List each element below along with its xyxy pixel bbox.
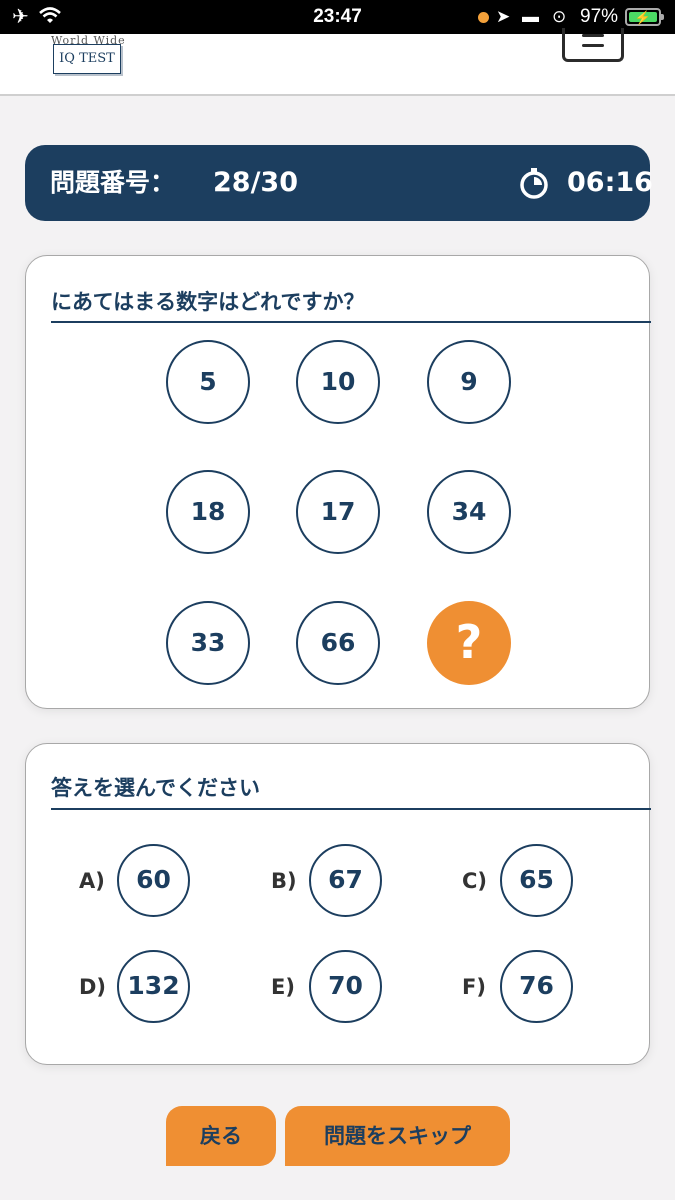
site-logo[interactable]: IQ TEST [53, 44, 121, 74]
puzzle-card: にあてはまる数字はどれですか？ 5 10 9 18 17 34 33 66 ? [25, 255, 651, 709]
answers-card: 答えを選んでください A) 60 B) 67 C) 65 D) 132 E) 7… [25, 743, 651, 1065]
option-value[interactable]: 65 [500, 844, 573, 917]
puzzle-cell: 66 [296, 601, 380, 685]
site-header: World Wide IQ TEST [0, 28, 675, 96]
puzzle-cell: 33 [166, 601, 250, 685]
question-number-label: 問題番号： [50, 168, 176, 197]
divider [51, 808, 651, 810]
menu-bar-icon [582, 34, 604, 37]
divider [51, 321, 651, 323]
question-progress-bar: 問題番号： 28/30 06:16 [25, 145, 653, 221]
option-letter: A) [79, 869, 105, 893]
option-letter: F) [462, 975, 486, 999]
skip-question-button[interactable]: 問題をスキップ [285, 1106, 510, 1166]
puzzle-cell: 9 [427, 340, 511, 424]
option-value[interactable]: 60 [117, 844, 190, 917]
stopwatch-icon [520, 168, 548, 199]
option-letter: B) [271, 869, 297, 893]
puzzle-cell: 10 [296, 340, 380, 424]
option-letter: E) [271, 975, 295, 999]
missing-cell-question-mark: ? [427, 601, 511, 685]
option-letter: C) [462, 869, 488, 893]
privacy-indicator-dot [478, 12, 489, 23]
menu-bar-icon [582, 44, 604, 47]
back-button[interactable]: 戻る [166, 1106, 276, 1166]
battery-charging-icon: ⚡ [625, 8, 664, 26]
option-value[interactable]: 70 [309, 950, 382, 1023]
puzzle-cell: 34 [427, 470, 511, 554]
option-value[interactable]: 76 [500, 950, 573, 1023]
puzzle-cell: 17 [296, 470, 380, 554]
hamburger-menu-button[interactable] [562, 28, 624, 62]
question-prompt: にあてはまる数字はどれですか？ [51, 290, 365, 314]
puzzle-cell: 5 [166, 340, 250, 424]
question-number-value: 28/30 [213, 167, 299, 198]
option-value[interactable]: 132 [117, 950, 190, 1023]
option-value[interactable]: 67 [309, 844, 382, 917]
timer-value: 06:16 [567, 167, 653, 198]
puzzle-cell: 18 [166, 470, 250, 554]
answers-title: 答えを選んでください [51, 776, 260, 800]
sleep-bed-icon: ▬ [522, 7, 539, 26]
option-letter: D) [79, 975, 107, 999]
location-arrow-icon: ➤ [496, 7, 511, 26]
